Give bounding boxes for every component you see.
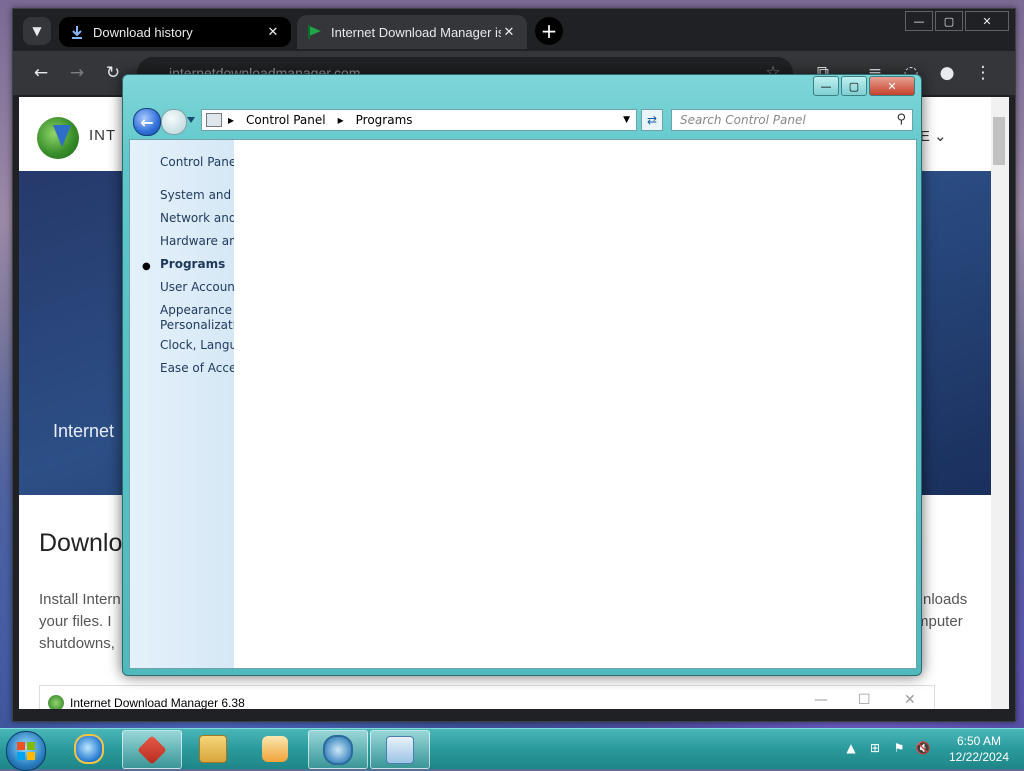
- maximize-button[interactable]: ▢: [841, 76, 867, 96]
- back-arrow-icon[interactable]: ←: [133, 108, 161, 136]
- forward-arrow-icon[interactable]: [161, 109, 187, 135]
- address-bar[interactable]: ▸ Control Panel ▸ Programs ▼: [201, 109, 637, 131]
- tab-title: Internet Download Manager is...: [331, 24, 501, 40]
- new-tab-button[interactable]: +: [535, 17, 563, 45]
- control-panel-icon: [206, 113, 222, 127]
- site-name[interactable]: INT: [89, 127, 116, 144]
- tab-download-history[interactable]: Download history ✕: [59, 17, 291, 47]
- maximize-button[interactable]: ▢: [935, 11, 963, 31]
- search-input[interactable]: Search Control Panel ⚲: [671, 109, 913, 131]
- minimize-button[interactable]: —: [905, 11, 933, 31]
- breadcrumb-separator-icon: ▸: [337, 113, 344, 127]
- nav-hardware-and-sound[interactable]: Hardware and: [160, 234, 234, 248]
- control-panel-icon: [386, 735, 414, 764]
- taskbar-app[interactable]: [308, 730, 368, 769]
- idm-window-preview[interactable]: Internet Download Manager 6.38 — ☐ ✕: [39, 685, 935, 709]
- nav-ease-of-access[interactable]: Ease of Access: [160, 361, 234, 375]
- nav-programs[interactable]: Programs: [160, 257, 225, 271]
- recent-pages-dropdown[interactable]: [187, 117, 195, 123]
- media-icon: [137, 734, 167, 765]
- body-text-line: shutdowns,: [39, 635, 115, 652]
- close-button[interactable]: ✕: [869, 76, 915, 96]
- profile-icon[interactable]: ●: [937, 63, 957, 83]
- refresh-icon[interactable]: ⇄: [641, 109, 663, 131]
- nav-control-panel-home[interactable]: Control Panel: [160, 155, 234, 169]
- tab-internet-download-manager[interactable]: Internet Download Manager is... ✕: [297, 15, 527, 49]
- nav-personalization[interactable]: Personalization: [160, 318, 234, 332]
- download-heading: Downlo: [39, 529, 123, 557]
- ie-icon: [74, 733, 104, 764]
- start-button[interactable]: [6, 731, 46, 771]
- volume-muted-icon[interactable]: 🔇: [916, 741, 931, 755]
- body-text-line: Install Intern: [39, 591, 121, 608]
- idm-icon: [48, 695, 64, 709]
- idm-icon: [323, 734, 353, 765]
- nav-network-and-internet[interactable]: Network and I: [160, 211, 234, 225]
- clock-date: 12/22/2024: [948, 750, 1010, 764]
- clock-time: 6:50 AM: [956, 734, 1002, 748]
- explorer-icon: [199, 734, 227, 763]
- page-scrollbar[interactable]: [991, 97, 1009, 709]
- control-panel-content: Control Panel System and Se Network and …: [129, 139, 917, 669]
- system-tray: ▲ ⊞ ⚑ 🔇 6:50 AM 12/22/2024: [840, 729, 1024, 769]
- selected-bullet-icon: ●: [142, 261, 151, 272]
- reload-icon[interactable]: ↻: [103, 63, 123, 83]
- back-icon[interactable]: ←: [31, 63, 51, 83]
- scroll-thumb[interactable]: [993, 117, 1005, 165]
- close-tab-icon[interactable]: ✕: [501, 24, 517, 40]
- body-text-line: mputer: [916, 613, 963, 630]
- show-hidden-icons-icon[interactable]: ▲: [844, 741, 858, 755]
- idm-window-title: Internet Download Manager 6.38: [70, 696, 245, 709]
- taskbar-app[interactable]: [122, 730, 182, 769]
- taskbar-app[interactable]: [246, 730, 304, 767]
- taskbar-app[interactable]: [184, 730, 242, 767]
- forward-icon[interactable]: →: [67, 63, 87, 83]
- video-icon: [262, 735, 288, 762]
- navigation-pane: Control Panel System and Se Network and …: [130, 140, 234, 668]
- body-text-line: nloads: [923, 591, 968, 608]
- body-text-line: your files. I: [39, 613, 112, 630]
- nav-user-accounts[interactable]: User Accounts: [160, 280, 234, 294]
- close-icon[interactable]: ✕: [904, 692, 916, 708]
- taskbar-app[interactable]: [370, 730, 430, 769]
- taskbar: ▲ ⊞ ⚑ 🔇 6:50 AM 12/22/2024: [0, 728, 1024, 771]
- control-panel-window: — ▢ ✕ ← ▸ Control Panel ▸ Programs ▼ ⇄ S…: [122, 74, 922, 676]
- windows-logo-icon: [17, 742, 35, 760]
- minimize-button[interactable]: —: [813, 76, 839, 96]
- action-center-flag-icon[interactable]: ⚑: [892, 741, 906, 755]
- menu-icon[interactable]: ⋮: [973, 63, 993, 83]
- idm-logo[interactable]: [37, 117, 79, 159]
- breadcrumb-separator-icon: ▸: [228, 113, 235, 127]
- download-icon: [69, 24, 85, 40]
- search-icon[interactable]: ⚲: [896, 112, 906, 127]
- tab-title: Download history: [93, 24, 193, 40]
- network-icon[interactable]: ⊞: [868, 741, 882, 755]
- nav-clock-language[interactable]: Clock, Langua: [160, 338, 234, 352]
- breadcrumb-control-panel[interactable]: Control Panel: [240, 113, 332, 127]
- tab-search-button[interactable]: ▼: [23, 17, 51, 45]
- breadcrumb-programs[interactable]: Programs: [350, 113, 419, 127]
- flag-icon: [307, 24, 323, 40]
- nav-system-and-security[interactable]: System and Se: [160, 188, 234, 202]
- clock[interactable]: 6:50 AM 12/22/2024: [944, 733, 1014, 765]
- close-button[interactable]: ✕: [965, 11, 1009, 31]
- minimize-icon[interactable]: —: [814, 692, 828, 708]
- taskbar-app[interactable]: [60, 730, 118, 767]
- nav-appearance[interactable]: Appearance ar: [160, 303, 234, 317]
- hero-text: Internet: [53, 421, 115, 441]
- search-placeholder: Search Control Panel: [680, 113, 806, 127]
- maximize-icon[interactable]: ☐: [858, 692, 871, 708]
- address-dropdown-icon[interactable]: ▼: [623, 115, 630, 125]
- close-tab-icon[interactable]: ✕: [265, 24, 281, 40]
